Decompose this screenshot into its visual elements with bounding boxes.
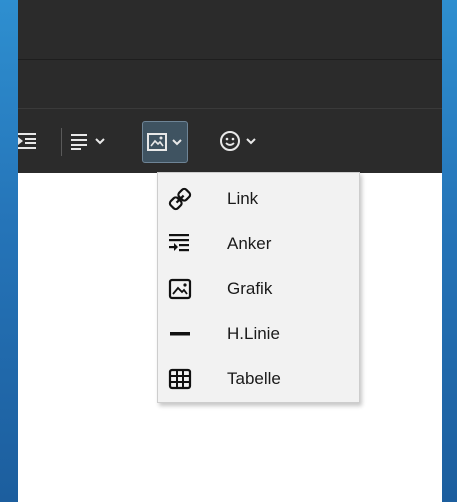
toolbar-separator <box>61 128 62 156</box>
menu-item-horizontal-line[interactable]: H.Linie <box>158 314 359 354</box>
link-icon <box>168 187 192 211</box>
menu-item-label: Tabelle <box>227 369 281 388</box>
insert-menu: Link Anker Grafik H.Linie Tabelle <box>157 172 360 403</box>
editor-window: Link Anker Grafik H.Linie Tabelle <box>18 0 442 502</box>
chevron-down-icon <box>172 139 182 146</box>
image-icon <box>168 278 192 300</box>
menu-item-link[interactable]: Link <box>158 179 359 219</box>
menu-item-label: Grafik <box>227 279 273 298</box>
chevron-down-icon <box>95 138 105 145</box>
menu-item-anchor[interactable]: Anker <box>158 224 359 264</box>
smiley-icon <box>220 131 240 151</box>
image-icon <box>147 133 167 151</box>
anchor-icon <box>169 234 189 252</box>
align-dropdown-button[interactable] <box>70 109 130 173</box>
align-icon <box>71 134 87 150</box>
menu-item-label: H.Linie <box>227 324 280 343</box>
header-bar <box>18 60 442 109</box>
menu-item-image[interactable]: Grafik <box>158 269 359 309</box>
table-icon <box>168 368 192 390</box>
title-bar <box>18 0 442 60</box>
menu-item-label: Link <box>227 189 259 208</box>
menu-item-table[interactable]: Tabelle <box>158 359 359 399</box>
horizontal-line-icon <box>170 332 190 336</box>
chevron-down-icon <box>246 138 256 145</box>
indent-icon[interactable] <box>18 109 46 173</box>
insert-dropdown-button[interactable] <box>142 121 188 163</box>
emoji-dropdown-button[interactable] <box>219 109 269 173</box>
menu-item-label: Anker <box>227 234 272 253</box>
